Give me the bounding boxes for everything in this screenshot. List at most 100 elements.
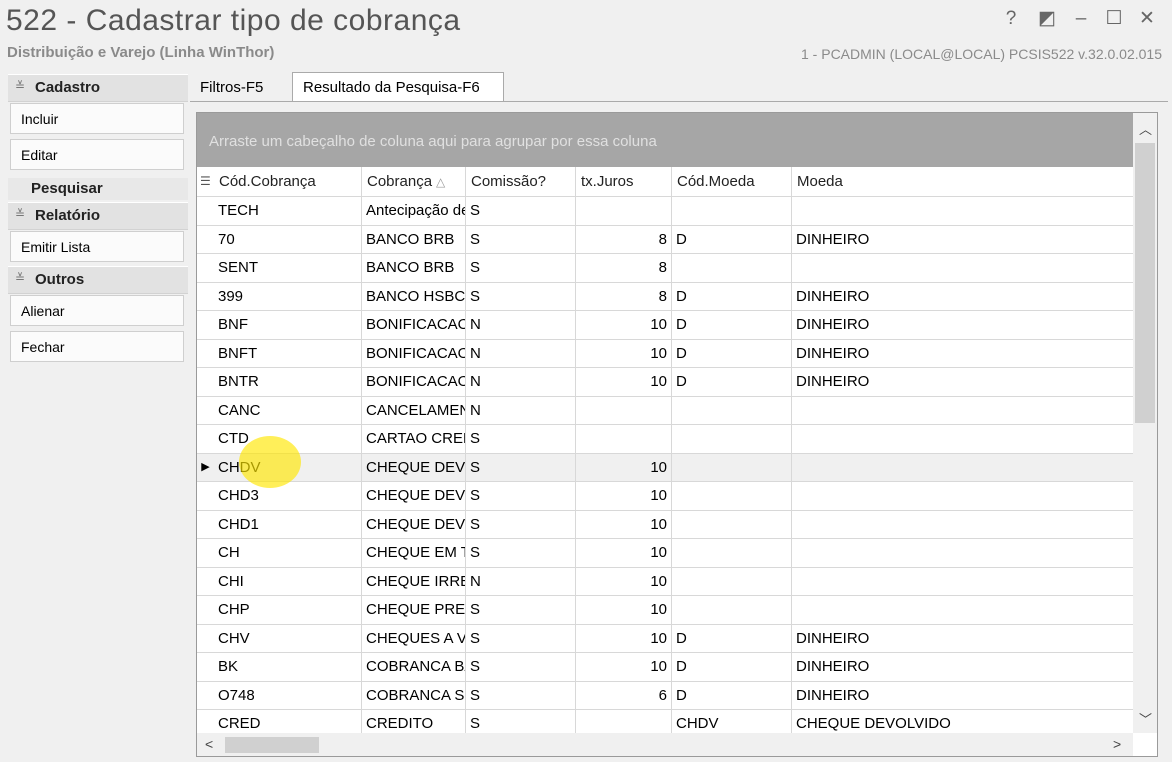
cell-comissao[interactable]: S [466,425,576,453]
cell-cod-moeda[interactable] [672,197,792,225]
cell-cod-cobranca[interactable]: BK [214,653,362,681]
cell-cobranca[interactable]: COBRANCA SICREDI [362,681,466,709]
cell-cod-moeda[interactable] [672,567,792,595]
cell-comissao[interactable]: S [466,653,576,681]
cell-moeda[interactable]: CHEQUE DEVOLVIDO [792,710,1133,733]
cell-comissao[interactable]: S [466,254,576,282]
cell-cod-cobranca[interactable]: CHD1 [214,510,362,538]
table-row[interactable]: ▶ CHDVCHEQUE DEVOLVIDOS10 [197,453,1133,482]
cell-tx-juros[interactable]: 10 [576,482,672,510]
sidebar-item-incluir[interactable]: Incluir [10,103,184,134]
cell-moeda[interactable] [792,568,1133,596]
cell-cobranca[interactable]: COBRANCA BANCARIA [362,653,466,681]
group-by-panel[interactable]: Arraste um cabeçalho de coluna aqui para… [197,113,1133,167]
cell-cod-moeda[interactable] [672,453,792,481]
cell-cod-cobranca[interactable]: CHV [214,624,362,652]
cell-moeda[interactable] [792,254,1133,282]
cell-comissao[interactable]: S [466,453,576,481]
cell-cod-moeda[interactable] [672,596,792,624]
horizontal-scrollbar[interactable]: < > [197,733,1133,756]
cell-comissao[interactable]: N [466,339,576,367]
table-row[interactable]: CHD1CHEQUE DEVOLVIDOS10 [197,510,1133,539]
cell-comissao[interactable]: S [466,282,576,310]
sidebar-group-outros[interactable]: ≚ Outros [8,266,188,294]
cell-cobranca[interactable]: BONIFICACAO [362,311,466,339]
cell-moeda[interactable]: DINHEIRO [792,368,1133,396]
cell-moeda[interactable]: DINHEIRO [792,625,1133,653]
cell-tx-juros[interactable]: 8 [576,254,672,282]
horizontal-scroll-thumb[interactable] [225,737,319,753]
cell-tx-juros[interactable]: 10 [576,653,672,681]
cell-moeda[interactable]: DINHEIRO [792,226,1133,254]
cell-cod-moeda[interactable] [672,539,792,567]
vertical-scroll-thumb[interactable] [1135,143,1155,423]
help-button[interactable]: ? [998,6,1024,32]
cell-tx-juros[interactable]: 6 [576,681,672,709]
cell-tx-juros[interactable]: 10 [576,510,672,538]
column-header-tx-juros[interactable]: tx.Juros [576,167,672,196]
table-row[interactable]: BKCOBRANCA BANCARIAS10DDINHEIRO [197,653,1133,682]
maximize-button[interactable]: ☐ [1101,6,1127,32]
cell-cod-moeda[interactable] [672,510,792,538]
cell-tx-juros[interactable]: 10 [576,453,672,481]
cell-cobranca[interactable]: CHEQUE DEVOLVIDO [362,482,466,510]
cell-cobranca[interactable]: CHEQUE IRREGULAR [362,567,466,595]
table-row[interactable]: CHCHEQUE EM TERCEIROSS10 [197,539,1133,568]
cell-comissao[interactable]: S [466,539,576,567]
cell-comissao[interactable]: S [466,197,576,225]
minimize-button[interactable]: – [1068,6,1094,32]
cell-comissao[interactable]: S [466,624,576,652]
cell-cod-cobranca[interactable]: SENT [214,254,362,282]
cell-cobranca[interactable]: CANCELAMENTO [362,396,466,424]
cell-comissao[interactable]: S [466,510,576,538]
cell-cobranca[interactable]: CHEQUE EM TERCEIROS [362,539,466,567]
table-row[interactable]: CANCCANCELAMENTON [197,396,1133,425]
cell-moeda[interactable] [792,539,1133,567]
cell-comissao[interactable]: N [466,567,576,595]
cell-cod-cobranca[interactable]: CRED [214,710,362,733]
sidebar-item-emitir-lista[interactable]: Emitir Lista [10,231,184,262]
cell-tx-juros[interactable]: 10 [576,539,672,567]
cell-tx-juros[interactable] [576,396,672,424]
cell-moeda[interactable] [792,197,1133,225]
cell-cod-cobranca[interactable]: BNTR [214,368,362,396]
table-row[interactable]: BNFT BONIFICACAO N 10 D DINHEIRO [197,339,1133,368]
cell-moeda[interactable]: DINHEIRO [792,682,1133,710]
cell-moeda[interactable] [792,454,1133,482]
cell-tx-juros[interactable]: 10 [576,596,672,624]
table-row[interactable]: CTDCARTAO CREDITOS [197,425,1133,454]
cell-cod-cobranca[interactable]: CHP [214,596,362,624]
cell-moeda[interactable]: DINHEIRO [792,340,1133,368]
column-header-cod-cobranca[interactable]: Cód.Cobrança [214,167,362,196]
tab-filtros[interactable]: Filtros-F5 [192,74,284,102]
cell-tx-juros[interactable]: 10 [576,368,672,396]
table-row[interactable]: CHICHEQUE IRREGULARN10 [197,567,1133,596]
cell-cod-cobranca[interactable]: BNFT [214,339,362,367]
column-chooser[interactable]: ☰ [197,167,214,196]
cell-cod-moeda[interactable]: D [672,225,792,253]
cell-tx-juros[interactable]: 8 [576,282,672,310]
cell-tx-juros[interactable]: 8 [576,225,672,253]
cell-moeda[interactable] [792,425,1133,453]
cell-cod-moeda[interactable]: D [672,311,792,339]
sidebar-item-editar[interactable]: Editar [10,139,184,170]
tab-resultado-pesquisa[interactable]: Resultado da Pesquisa-F6 [292,72,504,102]
column-header-moeda[interactable]: Moeda [792,167,1133,196]
cell-tx-juros[interactable]: 10 [576,624,672,652]
cell-cod-moeda[interactable]: CHDV [672,710,792,733]
cell-cod-cobranca[interactable]: BNF [214,311,362,339]
cell-cobranca[interactable]: CARTAO CREDITO [362,425,466,453]
cell-cod-cobranca[interactable]: CHDV [214,453,362,481]
cell-tx-juros[interactable] [576,425,672,453]
cell-moeda[interactable]: DINHEIRO [792,653,1133,681]
table-row[interactable]: TECH Antecipação de S [197,197,1133,226]
cell-comissao[interactable]: N [466,368,576,396]
cell-comissao[interactable]: S [466,681,576,709]
cell-cod-cobranca[interactable]: CTD [214,425,362,453]
close-button[interactable]: ✕ [1134,6,1160,32]
cell-cobranca[interactable]: CHEQUE DEVOLVIDO [362,453,466,481]
table-row[interactable]: CHP CHEQUE PRE S 10 [197,596,1133,625]
column-header-cod-moeda[interactable]: Cód.Moeda [672,167,792,196]
cell-tx-juros[interactable] [576,710,672,733]
cell-cobranca[interactable]: BANCO HSBC [362,282,466,310]
